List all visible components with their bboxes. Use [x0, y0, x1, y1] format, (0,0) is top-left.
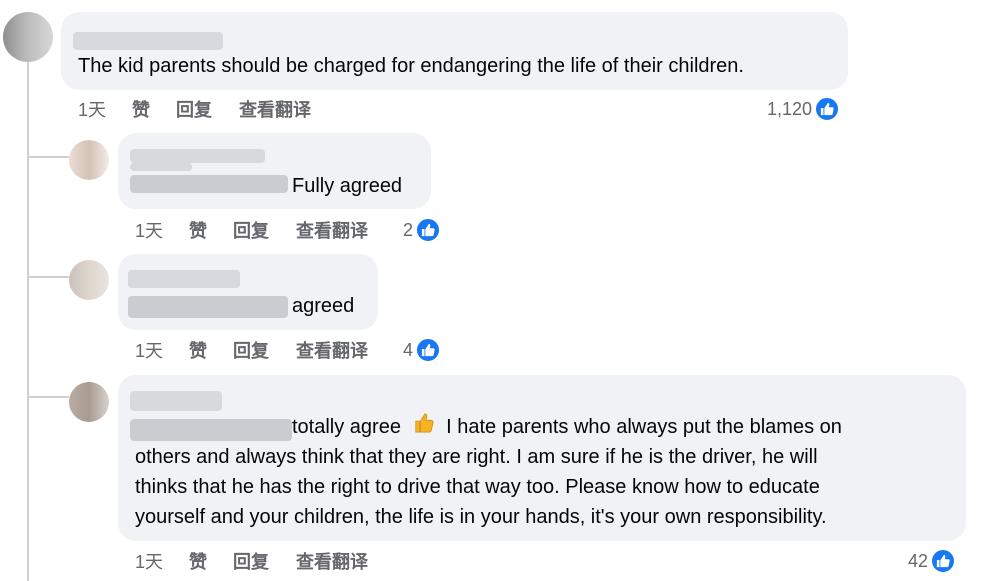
author-name-redacted[interactable]	[73, 32, 223, 50]
avatar[interactable]	[3, 12, 53, 62]
tagged-name-redacted[interactable]	[130, 419, 292, 441]
comment-text-line-2: others and always think that they are ri…	[135, 446, 818, 468]
thread-line-main	[27, 62, 29, 581]
comment-text-line-3: thinks that he has the right to drive th…	[135, 476, 820, 498]
comment-text-line-4: yourself and your children, the life is …	[135, 506, 827, 528]
comment-bubble: totally agree I hate parents who always …	[118, 375, 966, 541]
comment-text-line-1: totally agree I hate parents who always …	[292, 412, 842, 443]
comment-text: Fully agreed	[292, 175, 403, 197]
thread-line-branch-3	[27, 396, 69, 398]
thumbs-up-emoji-icon	[413, 412, 435, 443]
tagged-name-redacted[interactable]	[128, 296, 288, 318]
comment-time[interactable]: 1天	[135, 338, 163, 364]
translate-button[interactable]: 查看翻译	[296, 549, 368, 575]
like-button[interactable]: 赞	[189, 549, 207, 575]
thread-line-branch-1	[27, 156, 69, 158]
avatar[interactable]	[69, 382, 109, 422]
comment-time[interactable]: 1天	[78, 97, 106, 123]
comment-text: agreed	[292, 295, 355, 317]
like-thumb-icon	[415, 217, 442, 243]
like-thumb-icon	[415, 337, 442, 363]
reply-button[interactable]: 回复	[233, 549, 269, 575]
reaction-count[interactable]: 42	[908, 548, 957, 574]
reply-button[interactable]: 回复	[233, 218, 269, 244]
reaction-count[interactable]: 1,120	[767, 96, 841, 122]
avatar[interactable]	[69, 140, 109, 180]
tagged-name-redacted[interactable]	[130, 175, 288, 193]
redacted-block	[130, 163, 192, 171]
reply-button[interactable]: 回复	[233, 338, 269, 364]
comment-bubble: Fully agreed	[118, 133, 431, 209]
comment-time[interactable]: 1天	[135, 218, 163, 244]
like-button[interactable]: 赞	[189, 218, 207, 244]
reaction-count[interactable]: 2	[403, 217, 442, 243]
translate-button[interactable]: 查看翻译	[296, 338, 368, 364]
avatar[interactable]	[69, 260, 109, 300]
author-name-redacted[interactable]	[128, 270, 240, 288]
translate-button[interactable]: 查看翻译	[296, 218, 368, 244]
comment-text: The kid parents should be charged for en…	[78, 55, 744, 77]
comment-time[interactable]: 1天	[135, 549, 163, 575]
author-name-redacted[interactable]	[130, 149, 265, 163]
reply-button[interactable]: 回复	[176, 97, 212, 123]
translate-button[interactable]: 查看翻译	[239, 97, 311, 123]
author-name-redacted[interactable]	[130, 391, 222, 411]
comment-bubble: agreed	[118, 254, 378, 330]
comment-bubble: The kid parents should be charged for en…	[61, 12, 848, 90]
like-thumb-icon	[930, 548, 957, 574]
thread-line-branch-2	[27, 276, 69, 278]
like-button[interactable]: 赞	[132, 97, 150, 123]
reaction-count[interactable]: 4	[403, 337, 442, 363]
like-thumb-icon	[814, 96, 841, 122]
like-button[interactable]: 赞	[189, 338, 207, 364]
